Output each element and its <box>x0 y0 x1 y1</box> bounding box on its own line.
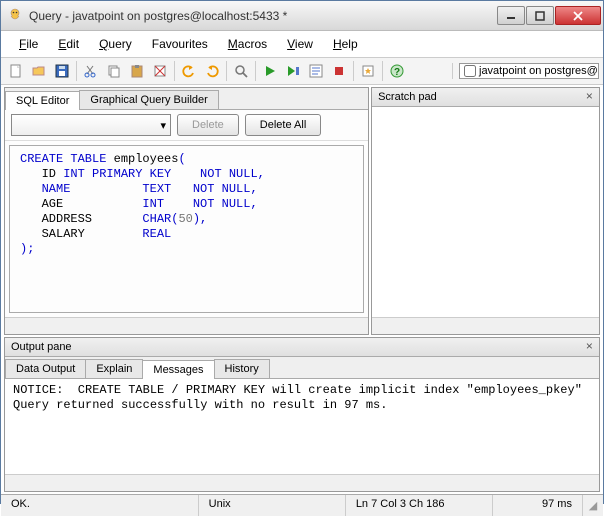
cancel-query-icon[interactable] <box>328 60 350 82</box>
favourites-icon[interactable] <box>357 60 379 82</box>
status-encoding: Unix <box>199 495 346 516</box>
delete-button[interactable]: Delete <box>177 114 239 136</box>
menu-favourites[interactable]: Favourites <box>144 35 216 53</box>
editor-tabs: SQL Editor Graphical Query Builder <box>5 88 368 110</box>
menubar: File Edit Query Favourites Macros View H… <box>1 31 603 58</box>
tab-graphical-query-builder[interactable]: Graphical Query Builder <box>79 90 218 109</box>
status-ok: OK. <box>1 495 199 516</box>
tab-history[interactable]: History <box>214 359 270 378</box>
output-pane: Output pane × Data Output Explain Messag… <box>4 337 600 492</box>
execute-pgscript-icon[interactable] <box>282 60 304 82</box>
app-icon <box>7 8 23 24</box>
clear-icon[interactable] <box>149 60 171 82</box>
connection-checkbox[interactable] <box>464 65 476 77</box>
paste-icon[interactable] <box>126 60 148 82</box>
output-pane-title: Output pane <box>11 341 72 353</box>
open-file-icon[interactable] <box>28 60 50 82</box>
minimize-button[interactable] <box>497 6 525 25</box>
menu-help[interactable]: Help <box>325 35 366 53</box>
scratch-hscrollbar[interactable] <box>372 317 599 334</box>
scratch-pad-pane: Scratch pad × <box>371 87 600 335</box>
tab-explain[interactable]: Explain <box>85 359 143 378</box>
output-hscrollbar[interactable] <box>5 474 599 491</box>
titlebar: Query - javatpoint on postgres@localhost… <box>1 1 603 31</box>
scratch-pad-body[interactable] <box>372 107 599 317</box>
new-file-icon[interactable] <box>5 60 27 82</box>
svg-text:?: ? <box>394 67 400 78</box>
maximize-button[interactable] <box>526 6 554 25</box>
toolbar: ? javatpoint on postgres@lo <box>1 58 603 85</box>
find-icon[interactable] <box>230 60 252 82</box>
tab-data-output[interactable]: Data Output <box>5 359 86 378</box>
close-button[interactable] <box>555 6 601 25</box>
save-icon[interactable] <box>51 60 73 82</box>
cut-icon[interactable] <box>80 60 102 82</box>
status-time: 97 ms <box>493 495 583 516</box>
output-messages-body[interactable]: NOTICE: CREATE TABLE / PRIMARY KEY will … <box>5 379 599 474</box>
menu-edit[interactable]: Edit <box>50 35 87 53</box>
chevron-down-icon: ▾ <box>160 119 166 132</box>
sql-editor-textarea[interactable]: CREATE TABLE employees( ID INT PRIMARY K… <box>9 145 364 313</box>
tab-messages[interactable]: Messages <box>142 360 214 379</box>
window-title: Query - javatpoint on postgres@localhost… <box>29 9 497 23</box>
connection-label: javatpoint on postgres@lo <box>479 65 599 77</box>
resize-grip-icon[interactable]: ◢ <box>583 495 603 516</box>
undo-icon[interactable] <box>178 60 200 82</box>
scratch-pad-close-icon[interactable]: × <box>586 90 593 104</box>
output-tabs: Data Output Explain Messages History <box>5 357 599 379</box>
editor-hscrollbar[interactable] <box>5 317 368 334</box>
tab-sql-editor[interactable]: SQL Editor <box>5 91 80 110</box>
execute-icon[interactable] <box>259 60 281 82</box>
redo-icon[interactable] <box>201 60 223 82</box>
copy-icon[interactable] <box>103 60 125 82</box>
menu-file[interactable]: File <box>11 35 46 53</box>
menu-query[interactable]: Query <box>91 35 140 53</box>
history-combo[interactable]: ▾ <box>11 114 171 136</box>
connection-selector[interactable]: javatpoint on postgres@lo <box>459 63 599 79</box>
help-icon[interactable]: ? <box>386 60 408 82</box>
explain-icon[interactable] <box>305 60 327 82</box>
statusbar: OK. Unix Ln 7 Col 3 Ch 186 97 ms ◢ <box>1 494 603 516</box>
status-cursor: Ln 7 Col 3 Ch 186 <box>346 495 493 516</box>
scratch-pad-title: Scratch pad <box>378 91 437 103</box>
menu-view[interactable]: View <box>279 35 321 53</box>
menu-macros[interactable]: Macros <box>220 35 275 53</box>
sql-editor-pane: SQL Editor Graphical Query Builder ▾ Del… <box>4 87 369 335</box>
output-pane-close-icon[interactable]: × <box>586 340 593 354</box>
delete-all-button[interactable]: Delete All <box>245 114 321 136</box>
